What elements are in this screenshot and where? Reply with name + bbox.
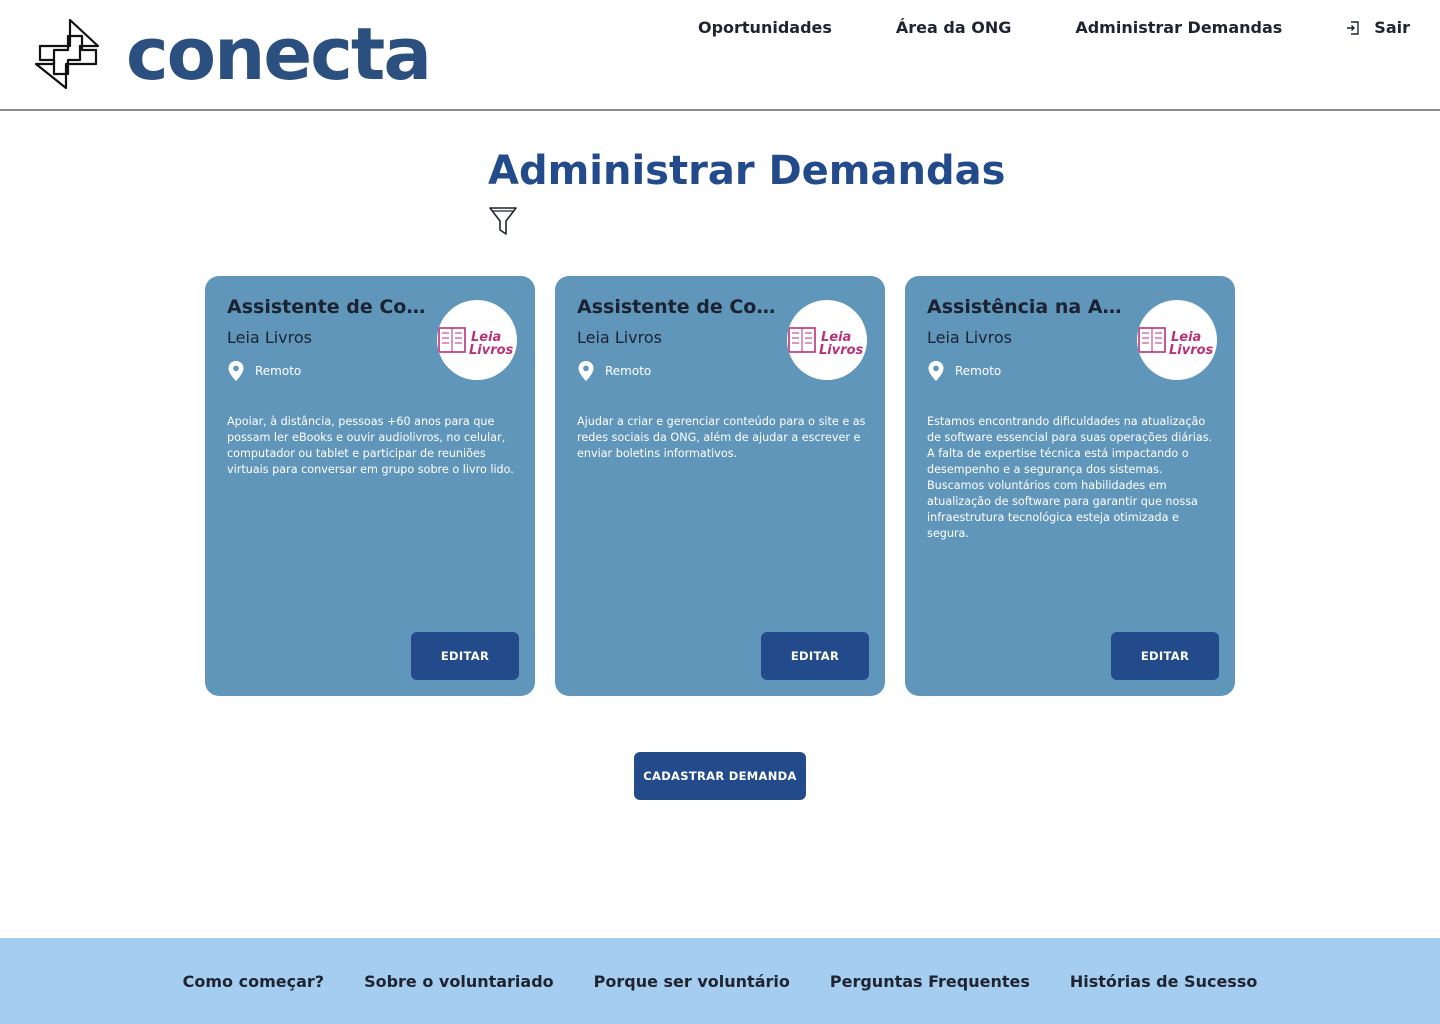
card-location: Remoto <box>927 360 1001 382</box>
nav-item-area-da-ong[interactable]: Área da ONG <box>896 16 1011 40</box>
header: conecta Oportunidades Área da ONG Admini… <box>0 0 1440 111</box>
card-org: Leia Livros <box>227 328 312 347</box>
footer-link-perguntas-frequentes[interactable]: Perguntas Frequentes <box>830 972 1030 991</box>
edit-button[interactable]: EDITAR <box>761 632 869 680</box>
card-location: Remoto <box>577 360 651 382</box>
nav-item-oportunidades[interactable]: Oportunidades <box>698 16 832 40</box>
card-title: Assistente de Co... <box>227 296 427 318</box>
edit-button[interactable]: EDITAR <box>411 632 519 680</box>
footer-link-porque-ser-voluntario[interactable]: Porque ser voluntário <box>594 972 790 991</box>
logout-label: Sair <box>1374 18 1410 37</box>
brand-logo[interactable]: conecta <box>30 12 432 96</box>
page-title: Administrar Demandas <box>488 148 1006 194</box>
card-org: Leia Livros <box>927 328 1012 347</box>
leia-livros-logo: Leia Livros <box>438 327 514 358</box>
arrows-exchange-icon <box>34 18 100 90</box>
card-location: Remoto <box>227 360 301 382</box>
org-logo: Leia Livros <box>787 300 867 380</box>
location-pin-icon <box>928 361 944 381</box>
demand-card: Assistente de Co... Leia Livros Remoto L… <box>205 276 535 696</box>
filter-button[interactable] <box>488 205 518 237</box>
edit-button[interactable]: EDITAR <box>1111 632 1219 680</box>
card-title: Assistência na At... <box>927 296 1127 318</box>
demand-card: Assistência na At... Leia Livros Remoto … <box>905 276 1235 696</box>
footer: Como começar? Sobre o voluntariado Porqu… <box>0 938 1440 1024</box>
footer-link-como-comecar[interactable]: Como começar? <box>183 972 324 991</box>
logo-text-livros: Livros <box>819 343 864 358</box>
card-description: Ajudar a criar e gerenciar conteúdo para… <box>577 415 866 460</box>
logout-icon <box>1347 21 1359 35</box>
card-description: Apoiar, à distância, pessoas +60 anos pa… <box>227 415 514 476</box>
location-pin-icon <box>228 361 244 381</box>
nav-item-administrar-demandas[interactable]: Administrar Demandas <box>1075 16 1282 40</box>
org-logo: Leia Livros <box>1137 300 1217 380</box>
register-demand-button[interactable]: CADASTRAR DEMANDA <box>634 752 806 800</box>
card-description: Estamos encontrando dificuldades na atua… <box>927 415 1213 540</box>
footer-link-historias-de-sucesso[interactable]: Histórias de Sucesso <box>1070 972 1257 991</box>
leia-livros-logo: Leia Livros <box>788 327 864 358</box>
location-pin-icon <box>578 361 594 381</box>
card-location-label: Remoto <box>605 364 652 378</box>
logout-link[interactable]: Sair <box>1346 16 1410 40</box>
card-org: Leia Livros <box>577 328 662 347</box>
card-location-label: Remoto <box>955 364 1002 378</box>
card-location-label: Remoto <box>255 364 302 378</box>
footer-link-sobre-voluntariado[interactable]: Sobre o voluntariado <box>364 972 554 991</box>
org-logo: Leia Livros <box>437 300 517 380</box>
card-title: Assistente de Co... <box>577 296 777 318</box>
logo-text-livros: Livros <box>1169 343 1214 358</box>
demand-cards: Assistente de Co... Leia Livros Remoto L… <box>205 276 1235 696</box>
filter-icon <box>489 207 517 235</box>
brand-name: conecta <box>126 12 432 96</box>
main-nav: Oportunidades Área da ONG Administrar De… <box>698 16 1410 40</box>
leia-livros-logo: Leia Livros <box>1138 327 1214 358</box>
demand-card: Assistente de Co... Leia Livros Remoto L… <box>555 276 885 696</box>
logo-text-livros: Livros <box>469 343 514 358</box>
